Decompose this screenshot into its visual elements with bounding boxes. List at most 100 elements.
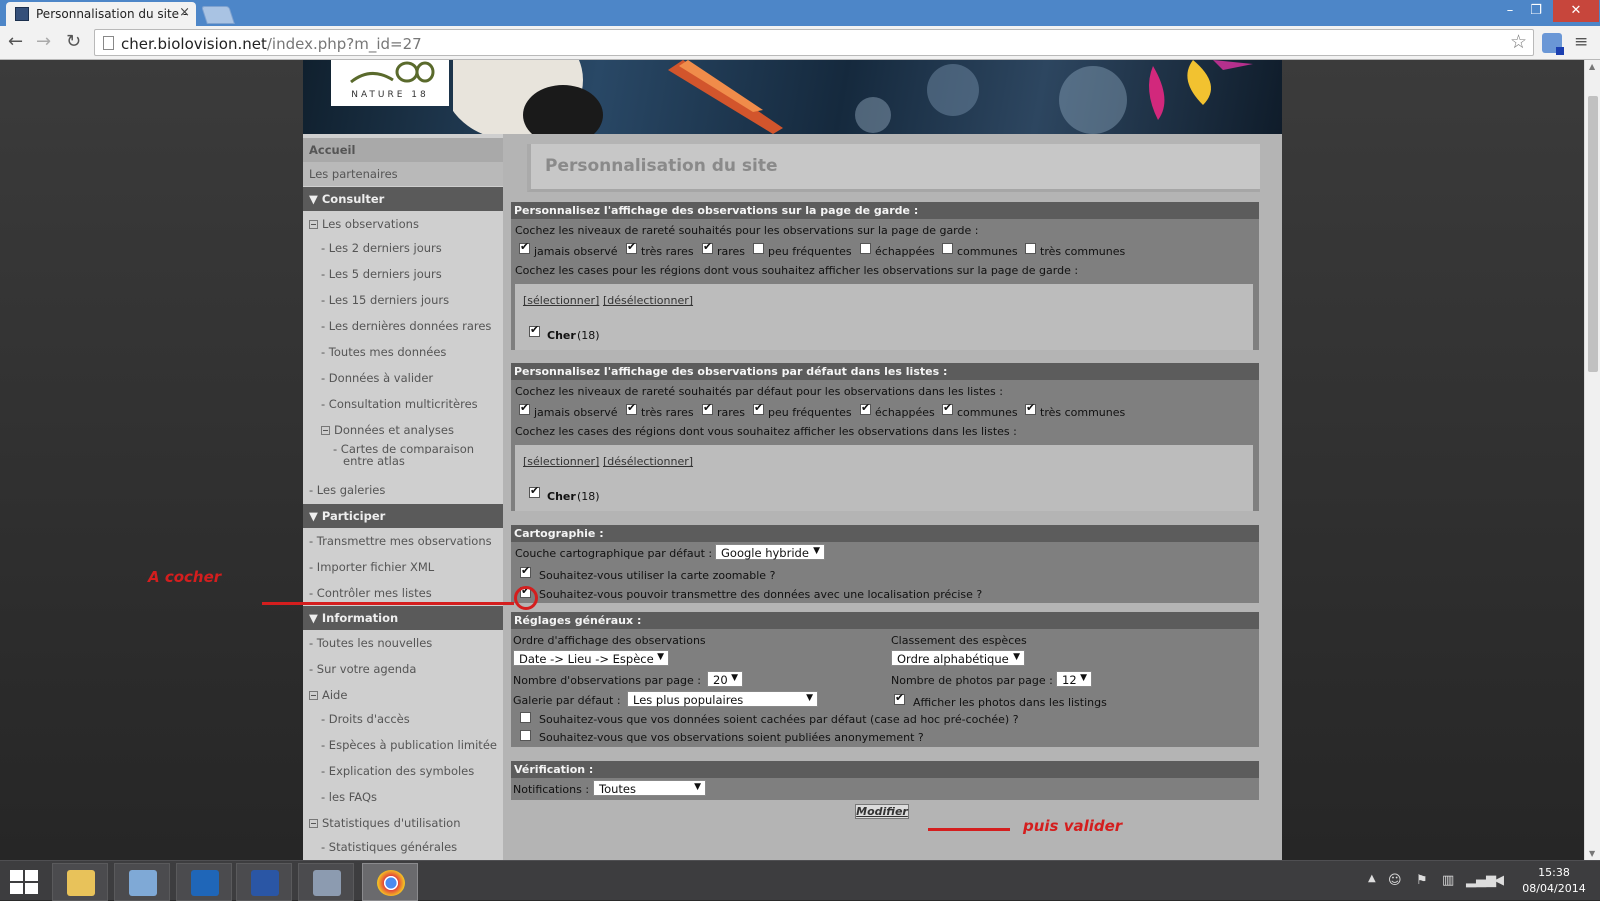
back-icon[interactable]: ← xyxy=(8,31,23,52)
notifications-select[interactable]: Toutes ▼ xyxy=(593,780,706,796)
file-explorer-app[interactable] xyxy=(52,863,108,901)
nav-5-days[interactable]: - Les 5 derniers jours xyxy=(303,262,503,286)
browser-tab[interactable]: Personnalisation du site - × xyxy=(6,2,196,26)
minimize-icon[interactable]: – xyxy=(1498,0,1522,22)
show-photos-checkbox[interactable] xyxy=(894,691,905,705)
address-bar[interactable]: cher.biolovision.net/index.php?m_id=27 ☆ xyxy=(94,29,1534,56)
nav-my-data[interactable]: - Toutes mes données xyxy=(303,340,503,364)
order-select[interactable]: Date -> Lieu -> Espèce ▼ xyxy=(513,650,669,666)
nav-atlas-maps-line2[interactable]: entre atlas xyxy=(303,454,503,468)
nav-rare-data[interactable]: - Les dernières données rares xyxy=(303,314,503,338)
nav-transmit[interactable]: - Transmettre mes observations xyxy=(303,529,503,553)
nav-section-consulter[interactable]: ▼ Consulter xyxy=(303,187,503,211)
virtualbox-app[interactable] xyxy=(298,863,354,901)
nav-section-information[interactable]: ▼ Information xyxy=(303,606,503,630)
s2-checkbox-peu-frequentes[interactable] xyxy=(753,401,764,415)
close-window-icon[interactable]: ✕ xyxy=(1553,0,1599,22)
nav-faqs[interactable]: - les FAQs xyxy=(303,785,503,809)
nav-atlas-maps[interactable]: - Cartes de comparaison xyxy=(303,440,503,454)
word-app[interactable] xyxy=(236,863,292,901)
volume-icon[interactable]: ◀ xyxy=(1494,873,1504,888)
s1-region-checkbox[interactable] xyxy=(529,323,540,337)
restore-icon[interactable]: ❐ xyxy=(1524,0,1548,22)
nav-import-xml[interactable]: - Importer fichier XML xyxy=(303,555,503,579)
network-icon[interactable]: ▥ xyxy=(1442,873,1454,888)
remote-desktop-app[interactable] xyxy=(114,863,170,901)
obs-per-page-select[interactable]: 20 ▼ xyxy=(707,671,743,687)
s1-checkbox-tres-communes[interactable] xyxy=(1025,243,1036,254)
nav-observations[interactable]: Les observations xyxy=(303,212,503,236)
photos-per-page-select[interactable]: 12 ▼ xyxy=(1056,671,1092,687)
nav-to-validate[interactable]: - Données à valider xyxy=(303,366,503,390)
gallery-select[interactable]: Les plus populaires ▼ xyxy=(627,691,818,707)
nav-data-analysis[interactable]: Données et analyses xyxy=(303,418,503,442)
system-clock[interactable]: 15:38 08/04/2014 xyxy=(1514,865,1594,897)
nav-news[interactable]: - Toutes les nouvelles xyxy=(303,631,503,655)
s2-checkbox-tres-communes[interactable] xyxy=(1025,401,1036,415)
reload-icon[interactable]: ↻ xyxy=(66,31,81,52)
s2-checkbox-tres-rares[interactable] xyxy=(626,401,637,415)
url-path: /index.php?m_id=27 xyxy=(266,35,422,53)
s2-region-checkbox[interactable] xyxy=(529,484,540,498)
anonymous-checkbox[interactable] xyxy=(520,730,531,741)
nav-usage-stats[interactable]: Statistiques d'utilisation xyxy=(303,811,503,835)
s2-checkbox-rares[interactable] xyxy=(702,401,713,415)
s1-checkbox-echappees[interactable] xyxy=(860,243,871,254)
vertical-scrollbar[interactable]: ▲ ▼ xyxy=(1584,60,1600,860)
signal-icon[interactable]: ▂▄▆ xyxy=(1466,873,1496,888)
nav-limited-species[interactable]: - Espèces à publication limitée xyxy=(303,733,503,757)
close-tab-icon[interactable]: × xyxy=(179,5,190,20)
scroll-up-icon[interactable]: ▲ xyxy=(1589,62,1595,71)
s1-checkbox-rares[interactable] xyxy=(702,240,713,254)
site-logo[interactable]: NATURE 18 xyxy=(331,60,449,106)
list-display-panel: Personnalisez l'affichage des observatio… xyxy=(511,363,1259,511)
bookmark-star-icon[interactable]: ☆ xyxy=(1510,31,1527,53)
nav-multicriteria[interactable]: - Consultation multicritères xyxy=(303,392,503,416)
nav-access-rights[interactable]: - Droits d'accès xyxy=(303,707,503,731)
s1-checkbox-peu-frequentes[interactable] xyxy=(753,243,764,254)
s2-checkbox-communes[interactable] xyxy=(942,401,953,415)
new-tab-button[interactable] xyxy=(201,6,235,24)
nav-partenaires[interactable]: Les partenaires xyxy=(303,162,503,186)
verification-panel: Vérification : Notifications : Toutes ▼ xyxy=(511,761,1259,800)
menu-icon[interactable]: ≡ xyxy=(1574,32,1588,52)
select-all-link[interactable]: [sélectionner] xyxy=(523,455,599,468)
nav-general-stats[interactable]: - Statistiques générales xyxy=(303,835,503,859)
nav-agenda[interactable]: - Sur votre agenda xyxy=(303,657,503,681)
nav-accueil[interactable]: Accueil xyxy=(303,138,503,162)
scrollbar-thumb[interactable] xyxy=(1588,96,1598,372)
s1-checkbox-tres-rares[interactable] xyxy=(626,240,637,254)
hide-data-checkbox[interactable] xyxy=(520,712,531,723)
nav-galleries[interactable]: - Les galeries xyxy=(303,478,503,502)
nav-15-days[interactable]: - Les 15 derniers jours xyxy=(303,288,503,312)
nav-2-days[interactable]: - Les 2 derniers jours xyxy=(303,236,503,260)
collapse-icon[interactable] xyxy=(309,220,318,229)
flag-icon[interactable]: ⚑ xyxy=(1416,873,1428,888)
s2-checkbox-jamais-observe[interactable] xyxy=(519,401,530,415)
forward-icon[interactable]: → xyxy=(36,31,51,52)
modifier-button[interactable]: Modifier xyxy=(855,804,909,819)
tray-expand-icon[interactable]: ▲ xyxy=(1368,873,1376,884)
nav-help[interactable]: Aide xyxy=(303,683,503,707)
species-order-select[interactable]: Ordre alphabétique ▼ xyxy=(891,650,1025,666)
collapse-icon[interactable] xyxy=(321,426,330,435)
scroll-down-icon[interactable]: ▼ xyxy=(1589,849,1595,858)
windows-start-icon[interactable] xyxy=(10,870,38,894)
select-all-link[interactable]: [sélectionner] xyxy=(523,294,599,307)
chrome-app[interactable] xyxy=(362,863,418,901)
nav-section-participer[interactable]: ▼ Participer xyxy=(303,504,503,528)
nav-label: - Statistiques générales xyxy=(321,840,458,854)
zoom-map-checkbox[interactable] xyxy=(520,564,531,578)
deselect-all-link[interactable]: [désélectionner] xyxy=(603,294,693,307)
tray-app-icon[interactable]: ☺ xyxy=(1388,873,1402,888)
nav-symbols[interactable]: - Explication des symboles xyxy=(303,759,503,783)
map-layer-select[interactable]: Google hybride ▼ xyxy=(715,544,825,560)
collapse-icon[interactable] xyxy=(309,819,318,828)
collapse-icon[interactable] xyxy=(309,691,318,700)
outlook-app[interactable] xyxy=(176,863,232,901)
s1-checkbox-communes[interactable] xyxy=(942,243,953,254)
s2-checkbox-echappees[interactable] xyxy=(860,401,871,415)
deselect-all-link[interactable]: [désélectionner] xyxy=(603,455,693,468)
extension-icon[interactable] xyxy=(1542,33,1564,55)
s1-checkbox-jamais-observe[interactable] xyxy=(519,240,530,254)
